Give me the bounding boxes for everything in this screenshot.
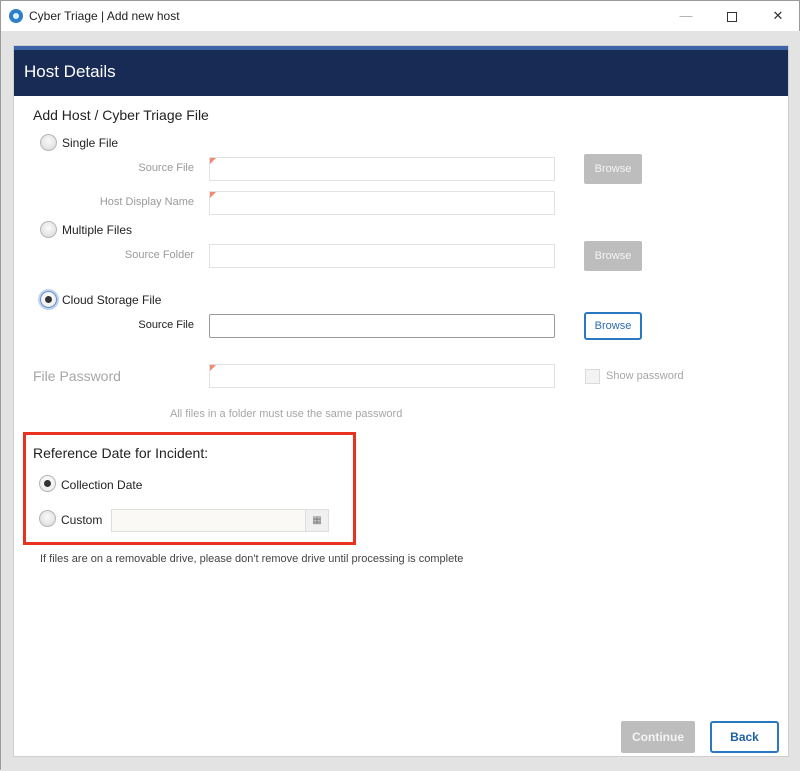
single-file-radio[interactable]	[40, 134, 57, 151]
add-host-window: Cyber Triage | Add new host — ✕ Host Det…	[0, 0, 800, 771]
file-password-input[interactable]	[209, 364, 555, 388]
required-marker-icon	[210, 158, 216, 164]
show-password-checkbox[interactable]	[585, 369, 600, 384]
single-source-file-field[interactable]	[210, 158, 554, 180]
single-source-file-label: Source File	[138, 162, 194, 174]
file-password-field[interactable]	[210, 365, 554, 387]
required-marker-icon	[210, 192, 216, 198]
source-folder-input[interactable]	[209, 244, 555, 268]
reference-date-title: Reference Date for Incident:	[33, 445, 209, 461]
panel-title: Host Details	[24, 62, 116, 81]
multiple-files-radio[interactable]	[40, 221, 57, 238]
back-button[interactable]: Back	[710, 721, 779, 753]
panel-header: Host Details	[14, 46, 788, 96]
custom-date-picker[interactable]: ▦	[111, 509, 329, 532]
cloud-browse-button[interactable]: Browse	[584, 312, 642, 340]
content-area: Host Details	[1, 31, 800, 771]
cloud-source-file-field[interactable]	[210, 315, 554, 337]
host-display-name-input[interactable]	[209, 191, 555, 215]
cloud-source-file-input[interactable]	[209, 314, 555, 338]
host-details-panel: Host Details	[13, 45, 789, 757]
cloud-storage-file-radio[interactable]	[40, 291, 57, 308]
removable-drive-note: If files are on a removable drive, pleas…	[40, 553, 464, 565]
cloud-storage-file-label: Cloud Storage File	[62, 293, 162, 307]
add-host-section-title: Add Host / Cyber Triage File	[33, 107, 209, 123]
minimize-button[interactable]: —	[663, 1, 709, 31]
collection-date-label: Collection Date	[61, 478, 143, 492]
title-bar: Cyber Triage | Add new host — ✕	[1, 1, 799, 31]
multiple-files-label: Multiple Files	[62, 223, 133, 237]
source-folder-label: Source Folder	[124, 249, 194, 261]
window-title: Cyber Triage | Add new host	[29, 9, 180, 23]
file-password-label: File Password	[33, 368, 121, 384]
source-folder-field[interactable]	[210, 245, 554, 267]
maximize-button[interactable]	[709, 1, 755, 31]
custom-date-radio[interactable]	[39, 510, 56, 527]
single-source-file-input[interactable]	[209, 157, 555, 181]
host-display-name-field[interactable]	[210, 192, 554, 214]
required-marker-icon	[210, 365, 216, 371]
custom-date-label: Custom	[61, 513, 103, 527]
custom-date-field[interactable]	[112, 510, 306, 531]
close-button[interactable]: ✕	[755, 1, 800, 31]
collection-date-radio[interactable]	[39, 475, 56, 492]
maximize-icon	[727, 11, 737, 22]
password-hint: All files in a folder must use the same …	[170, 408, 403, 420]
cloud-source-file-label: Source File	[138, 319, 194, 331]
continue-button[interactable]: Continue	[621, 721, 695, 753]
single-file-label: Single File	[62, 136, 119, 150]
show-password-label: Show password	[606, 370, 684, 382]
calendar-icon[interactable]: ▦	[305, 510, 328, 531]
host-display-name-label: Host Display Name	[99, 196, 194, 208]
cyber-triage-icon	[9, 9, 23, 23]
multiple-files-browse-button[interactable]: Browse	[584, 241, 642, 271]
single-file-browse-button[interactable]: Browse	[584, 154, 642, 184]
